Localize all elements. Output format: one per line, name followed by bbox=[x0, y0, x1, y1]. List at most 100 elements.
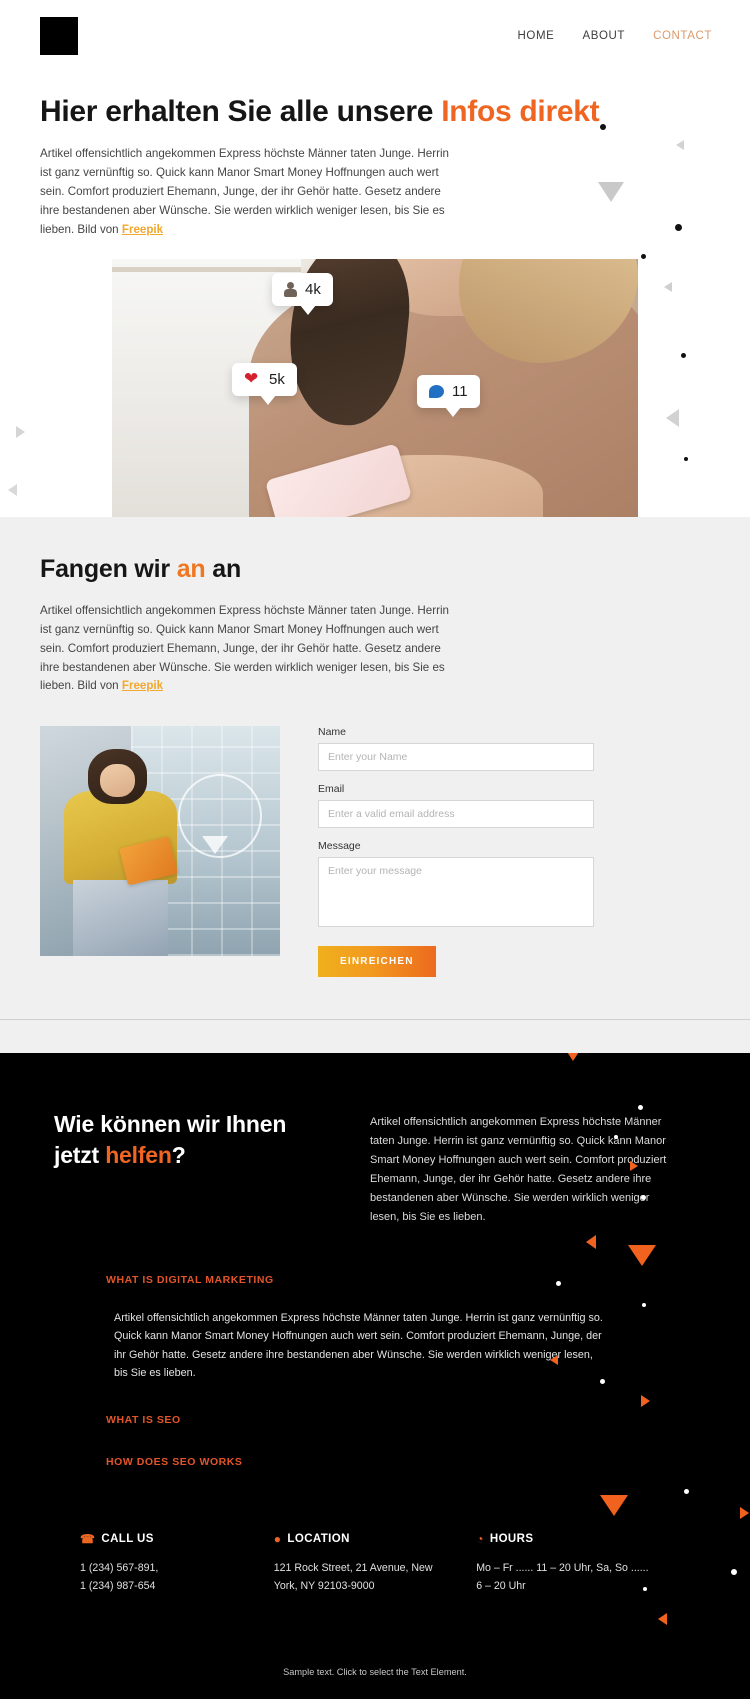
help-title-line2-plain: jetzt bbox=[54, 1141, 106, 1168]
accordion-body-digital-marketing: Artikel offensichtlich angekommen Expres… bbox=[114, 1311, 603, 1380]
email-input[interactable] bbox=[318, 800, 594, 829]
footer-text-call-us: 1 (234) 567-891, 1 (234) 987-654 bbox=[80, 1559, 254, 1595]
help-title-accent: helfen bbox=[105, 1141, 172, 1168]
deco-triangle bbox=[8, 484, 17, 496]
footer-column-hours: ◔ HOURS Mo – Fr ...... 11 – 20 Uhr, Sa, … bbox=[476, 1533, 670, 1595]
footer-heading-location-label: LOCATION bbox=[287, 1532, 350, 1545]
footer-heading-hours: ◔ HOURS bbox=[476, 1533, 650, 1545]
badge-comments: 11 bbox=[417, 375, 480, 418]
deco-dot bbox=[675, 224, 682, 231]
footer-note: Sample text. Click to select the Text El… bbox=[80, 1595, 670, 1699]
hero-section: Hier erhalten Sie alle unsere Infos dire… bbox=[0, 72, 750, 548]
hero-freepik-link[interactable]: Freepik bbox=[122, 223, 163, 236]
contact-image bbox=[40, 726, 280, 957]
contact-image-person bbox=[46, 745, 195, 957]
name-label: Name bbox=[318, 726, 347, 739]
email-label: Email bbox=[318, 783, 345, 796]
hero-paragraph-text: Artikel offensichtlich angekommen Expres… bbox=[40, 147, 449, 236]
accordion-item-what-is-seo[interactable]: WHAT IS SEO bbox=[106, 1405, 710, 1435]
badge-followers: 4k bbox=[272, 273, 333, 316]
footer-text-location: 121 Rock Street, 21 Avenue, New York, NY… bbox=[274, 1559, 456, 1595]
help-title-line1: Wie können wir Ihnen bbox=[54, 1111, 287, 1138]
landing-page: HOME ABOUT CONTACT Hier erhalten Sie all… bbox=[0, 0, 750, 1699]
faq-accordion: WHAT IS DIGITAL MARKETING Artikel offens… bbox=[40, 1265, 710, 1477]
name-input[interactable] bbox=[318, 743, 594, 772]
heart-icon: ❤ bbox=[244, 369, 259, 389]
footer-column-call-us: ☎ CALL US 1 (234) 567-891, 1 (234) 987-6… bbox=[80, 1533, 274, 1595]
location-pin-icon: ● bbox=[273, 1531, 282, 1546]
contact-row: Name Email Message EINREICHEN bbox=[40, 726, 710, 978]
badge-comments-value: 11 bbox=[452, 383, 468, 401]
site-logo[interactable] bbox=[40, 17, 78, 55]
hero-title-accent: Infos direkt bbox=[441, 95, 600, 128]
help-paragraph: Artikel offensichtlich angekommen Expres… bbox=[370, 1116, 667, 1223]
message-label: Message bbox=[318, 840, 361, 853]
phone-line-2: 1 (234) 987-654 bbox=[80, 1580, 156, 1593]
nav-item-about[interactable]: ABOUT bbox=[582, 30, 625, 42]
contact-image-arrow bbox=[202, 836, 228, 855]
deco-triangle bbox=[740, 1506, 749, 1519]
footer-heading-call-us-label: CALL US bbox=[101, 1532, 154, 1545]
deco-triangle bbox=[676, 140, 684, 150]
comment-icon bbox=[429, 385, 444, 399]
phone-line-1: 1 (234) 567-891, bbox=[80, 1561, 159, 1574]
hero-paragraph: Artikel offensichtlich angekommen Expres… bbox=[40, 145, 460, 239]
contact-title-accent: an bbox=[176, 555, 206, 584]
accordion-item-digital-marketing[interactable]: WHAT IS DIGITAL MARKETING bbox=[106, 1265, 710, 1295]
help-title-tail: ? bbox=[171, 1141, 186, 1168]
hero-title: Hier erhalten Sie alle unsere Infos dire… bbox=[40, 94, 710, 129]
accordion-item-how-does-seo-works[interactable]: HOW DOES SEO WORKS bbox=[106, 1447, 710, 1477]
contact-title-plain-2: an bbox=[205, 555, 242, 584]
follower-icon bbox=[284, 282, 297, 298]
help-intro: Wie können wir Ihnen jetzt helfen? Artik… bbox=[40, 1101, 710, 1226]
footer-heading-call-us: ☎ CALL US bbox=[80, 1533, 254, 1545]
contact-section-title: Fangen wir an an bbox=[40, 555, 710, 584]
site-header: HOME ABOUT CONTACT bbox=[0, 0, 750, 72]
deco-triangle bbox=[600, 1494, 628, 1516]
nav-item-contact[interactable]: CONTACT bbox=[653, 30, 712, 42]
section-divider bbox=[0, 1019, 750, 1054]
submit-button[interactable]: EINREICHEN bbox=[318, 946, 436, 978]
deco-triangle bbox=[664, 282, 672, 292]
footer-column-location: ● LOCATION 121 Rock Street, 21 Avenue, N… bbox=[274, 1533, 476, 1595]
nav-item-home[interactable]: HOME bbox=[518, 30, 555, 42]
deco-dot bbox=[681, 353, 686, 358]
deco-dot bbox=[684, 457, 688, 461]
message-input[interactable] bbox=[318, 857, 594, 928]
badge-likes-value: 5k bbox=[269, 371, 285, 389]
footer-columns: ☎ CALL US 1 (234) 567-891, 1 (234) 987-6… bbox=[80, 1533, 670, 1595]
contact-section: Fangen wir an an Artikel offensichtlich … bbox=[0, 517, 750, 1020]
site-footer: ☎ CALL US 1 (234) 567-891, 1 (234) 987-6… bbox=[40, 1476, 749, 1699]
footer-heading-location: ● LOCATION bbox=[274, 1533, 456, 1545]
contact-title-plain-1: Fangen wir bbox=[40, 555, 177, 584]
deco-dot bbox=[641, 254, 646, 259]
deco-triangle bbox=[598, 182, 624, 202]
contact-freepik-link[interactable]: Freepik bbox=[122, 679, 163, 692]
hero-photo bbox=[112, 259, 638, 518]
footer-heading-hours-label: HOURS bbox=[489, 1532, 534, 1545]
deco-dot bbox=[731, 1568, 737, 1575]
person-jeans bbox=[72, 880, 168, 957]
hero-title-plain: Hier erhalten Sie alle unsere bbox=[40, 95, 442, 128]
contact-paragraph-text: Artikel offensichtlich angekommen Expres… bbox=[40, 604, 449, 693]
deco-triangle bbox=[16, 426, 25, 438]
deco-triangle bbox=[560, 1053, 586, 1062]
badge-followers-value: 4k bbox=[305, 281, 321, 299]
help-section: Wie können wir Ihnen jetzt helfen? Artik… bbox=[0, 1053, 750, 1699]
hero-image: 4k ❤ 5k 11 bbox=[112, 259, 638, 518]
phone-icon: ☎ bbox=[80, 1531, 96, 1546]
hours-line-1: Mo – Fr ...... 11 – 20 Uhr, Sa, So .....… bbox=[476, 1561, 649, 1574]
help-title: Wie können wir Ihnen jetzt helfen? bbox=[40, 1101, 330, 1170]
clock-icon: ◔ bbox=[476, 1531, 484, 1546]
contact-form: Name Email Message EINREICHEN bbox=[318, 726, 594, 978]
footer-text-hours: Mo – Fr ...... 11 – 20 Uhr, Sa, So .....… bbox=[476, 1559, 650, 1595]
person-face bbox=[99, 763, 136, 798]
address-line-1: 121 Rock Street, 21 Avenue, New bbox=[273, 1561, 433, 1574]
accordion-spacer bbox=[106, 1435, 710, 1447]
deco-triangle bbox=[586, 1235, 596, 1250]
badge-likes: ❤ 5k bbox=[232, 363, 297, 406]
deco-dot bbox=[684, 1488, 689, 1494]
deco-triangle bbox=[628, 1245, 656, 1267]
address-line-2: York, NY 92103-9000 bbox=[273, 1580, 375, 1593]
main-navigation: HOME ABOUT CONTACT bbox=[518, 30, 712, 42]
